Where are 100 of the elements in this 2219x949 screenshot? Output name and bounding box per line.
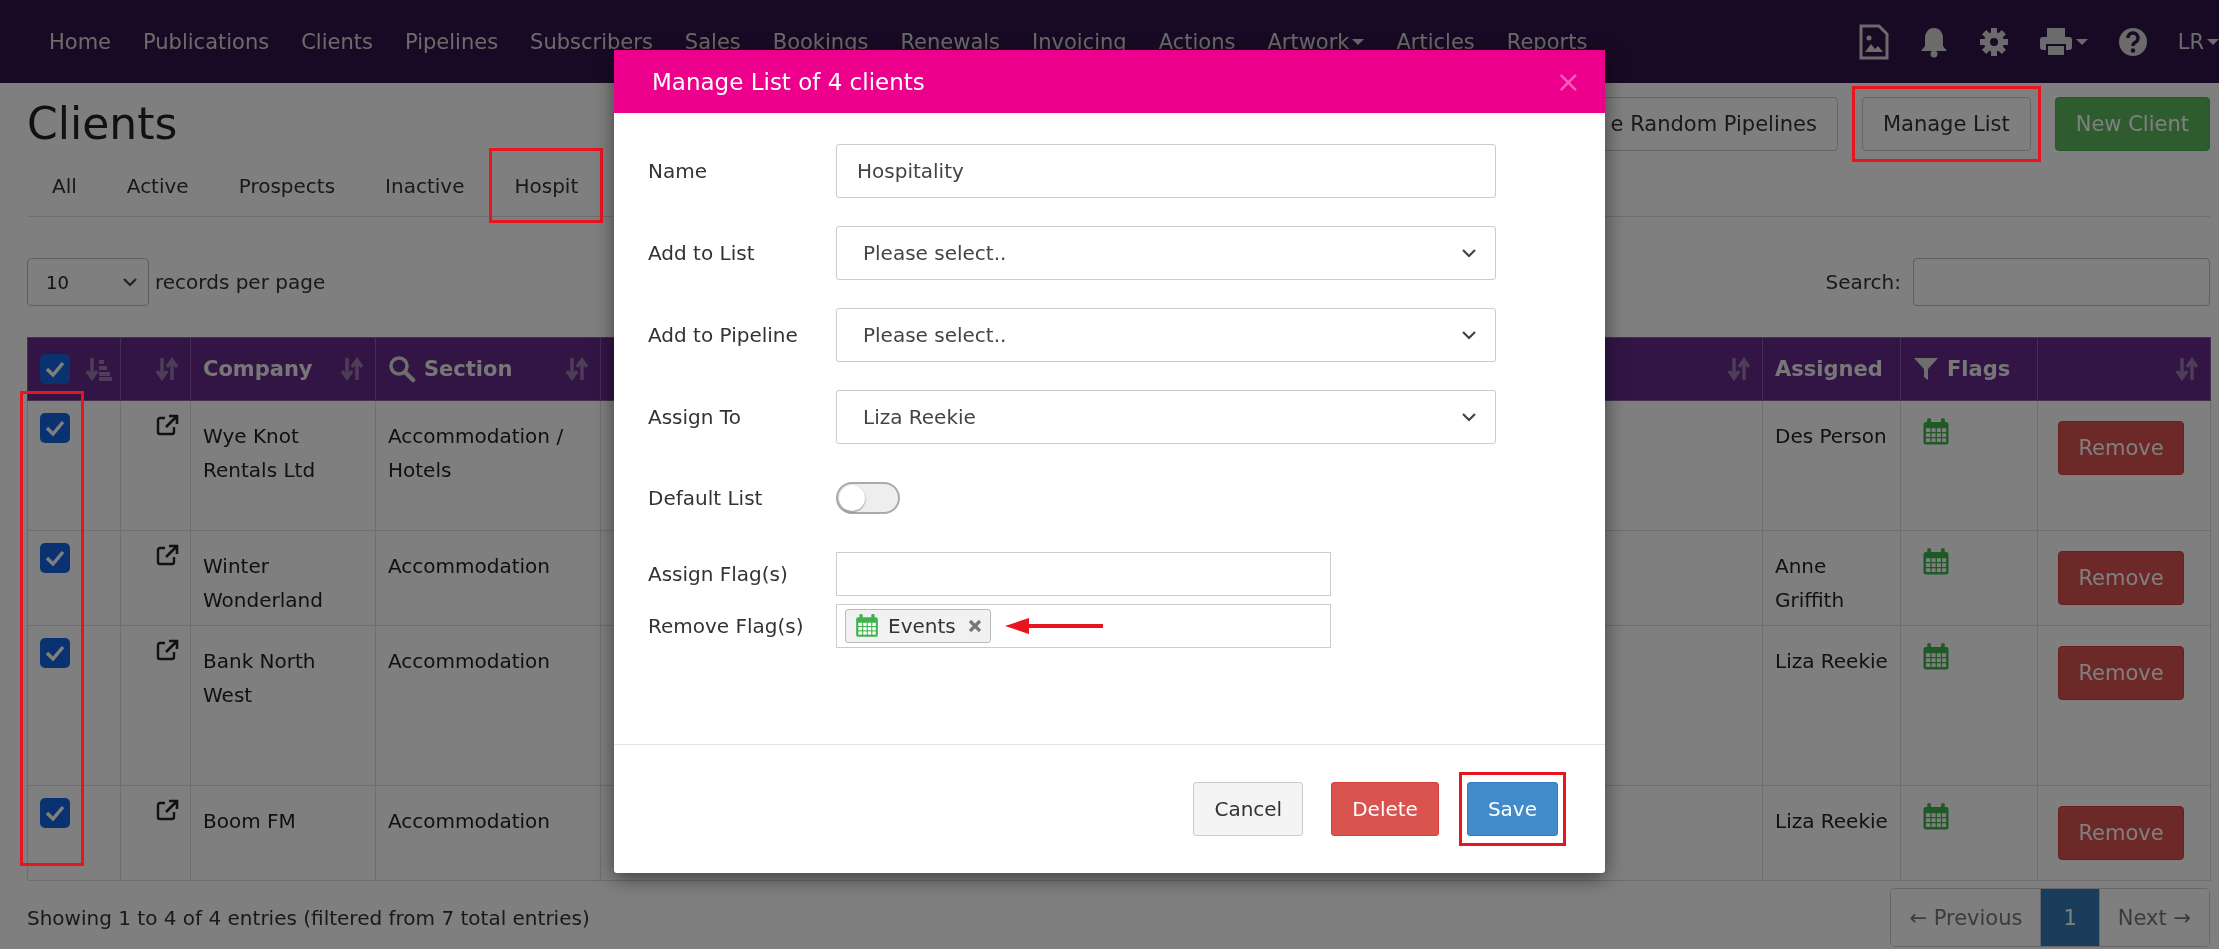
remove-button[interactable]: Remove (2058, 551, 2184, 605)
table-cell: Liza Reekie (1762, 625, 1901, 786)
nav-link[interactable]: Publications (127, 29, 286, 54)
table-cell: Accommodation (375, 785, 601, 881)
checkbox[interactable] (40, 798, 70, 828)
nav-link[interactable]: Reports (1490, 29, 1604, 54)
table-cell: Des Person (1762, 400, 1901, 531)
table-cell: Accommodation / Hotels (375, 400, 601, 531)
calendar-icon (1921, 802, 1951, 832)
remove-icon[interactable] (967, 619, 982, 633)
table-cell: Liza Reekie (1762, 785, 1901, 881)
tag-label: Events (888, 614, 956, 638)
modal-title: Manage List of 4 clients (652, 68, 926, 95)
table-cell: Bank North West (190, 625, 376, 786)
checkbox[interactable] (40, 413, 70, 443)
calendar-icon (1921, 642, 1951, 672)
checkbox[interactable] (40, 543, 70, 573)
nav-link[interactable]: Bookings (756, 29, 885, 54)
table-cell: Accommodation (375, 625, 601, 786)
tab[interactable]: Hospit (489, 155, 604, 216)
chevron-down-icon (122, 277, 138, 287)
external-link-icon[interactable] (155, 413, 179, 437)
sort-icon (86, 356, 112, 382)
nav-link[interactable]: Articles (1380, 29, 1491, 54)
nav-link[interactable]: Sales (668, 29, 757, 54)
checkbox[interactable] (40, 354, 70, 384)
caret-icon (1352, 38, 1365, 45)
tab[interactable]: Active (101, 155, 214, 216)
table-cell: Boom FM (190, 785, 376, 881)
user-menu[interactable]: LR (2177, 29, 2219, 54)
bell-icon[interactable] (1918, 25, 1949, 58)
tab[interactable]: All (27, 155, 102, 216)
nav-link[interactable]: Invoicing (1016, 29, 1143, 54)
toolbar-button[interactable]: New Client (2054, 97, 2210, 151)
field-label: Name (648, 159, 708, 183)
filter-icon (1913, 356, 1939, 382)
nav-link[interactable]: Subscribers (514, 29, 669, 54)
field-label: Default List (648, 486, 764, 510)
select-field[interactable]: Liza Reekie (836, 390, 1496, 444)
sort-icon (156, 356, 178, 382)
remove-button[interactable]: Remove (2058, 646, 2184, 700)
table-cell: Winter Wonderland (190, 530, 376, 626)
chevron-down-icon (1461, 248, 1477, 258)
dialog-button[interactable]: Save (1466, 782, 1558, 836)
column-header[interactable]: Section (424, 357, 513, 381)
sort-icon (1728, 356, 1750, 382)
field-label: Assign To (648, 405, 742, 429)
table-cell: Anne Griffith (1762, 530, 1901, 626)
name-field[interactable]: Hospitality (836, 144, 1496, 198)
remove-button[interactable]: Remove (2058, 421, 2184, 475)
dialog-button[interactable]: Delete (1331, 782, 1439, 836)
chevron-down-icon (1461, 412, 1477, 422)
help-icon[interactable] (2117, 26, 2148, 57)
toggle-switch[interactable] (836, 482, 900, 514)
search-field[interactable] (1913, 258, 2210, 306)
search-icon (388, 355, 416, 383)
nav-link[interactable]: Home (33, 29, 127, 54)
nav-link[interactable]: Clients (285, 29, 389, 54)
calendar-icon (1921, 417, 1951, 447)
toolbar-button[interactable]: Manage List (1861, 97, 2031, 151)
nav-link[interactable]: Actions (1142, 29, 1252, 54)
settings-icon[interactable] (1978, 26, 2009, 57)
tab[interactable]: Inactive (360, 155, 490, 216)
sort-icon (2176, 356, 2198, 382)
sort-icon (341, 356, 363, 382)
field-label: Assign Flag(s) (648, 562, 789, 586)
table-cell: Accommodation (375, 530, 601, 626)
page-size-label: records per page (155, 270, 326, 294)
image-file-icon[interactable] (1858, 23, 1889, 60)
chevron-down-icon (1461, 330, 1477, 340)
field-label: Add to List (648, 241, 756, 265)
checkbox[interactable] (40, 638, 70, 668)
table-info: Showing 1 to 4 of 4 entries (filtered from 7 total entries) (27, 905, 590, 930)
tag-field[interactable] (836, 552, 1331, 596)
dialog-button[interactable]: Cancel (1193, 782, 1304, 836)
select-field[interactable]: Please select.. (836, 308, 1496, 362)
calendar-icon (854, 613, 880, 639)
nav-link[interactable]: Pipelines (388, 29, 515, 54)
page-title: Clients (27, 96, 178, 149)
external-link-icon[interactable] (155, 798, 179, 822)
remove-button[interactable]: Remove (2058, 806, 2184, 860)
calendar-icon (1921, 547, 1951, 577)
external-link-icon[interactable] (155, 638, 179, 662)
nav-link[interactable]: Artwork (1251, 29, 1381, 54)
page-size-select[interactable]: 10 (27, 258, 149, 306)
column-header[interactable]: Flags (1947, 357, 2011, 381)
tab[interactable]: Prospects (213, 155, 361, 216)
printer-icon (2038, 26, 2073, 57)
pagination-button[interactable]: 1 (2040, 889, 2099, 946)
caret-icon (2207, 38, 2219, 45)
sort-icon (566, 356, 588, 382)
tag-field[interactable]: Events (836, 604, 1331, 648)
search-label: Search: (1825, 270, 1901, 294)
nav-link[interactable]: Renewals (884, 29, 1017, 54)
caret-icon (2075, 38, 2088, 45)
table-cell: Wye Knot Rentals Ltd (190, 400, 376, 531)
field-label: Add to Pipeline (648, 323, 799, 347)
field-label: Remove Flag(s) (648, 614, 805, 638)
select-field[interactable]: Please select.. (836, 226, 1496, 280)
external-link-icon[interactable] (155, 543, 179, 567)
